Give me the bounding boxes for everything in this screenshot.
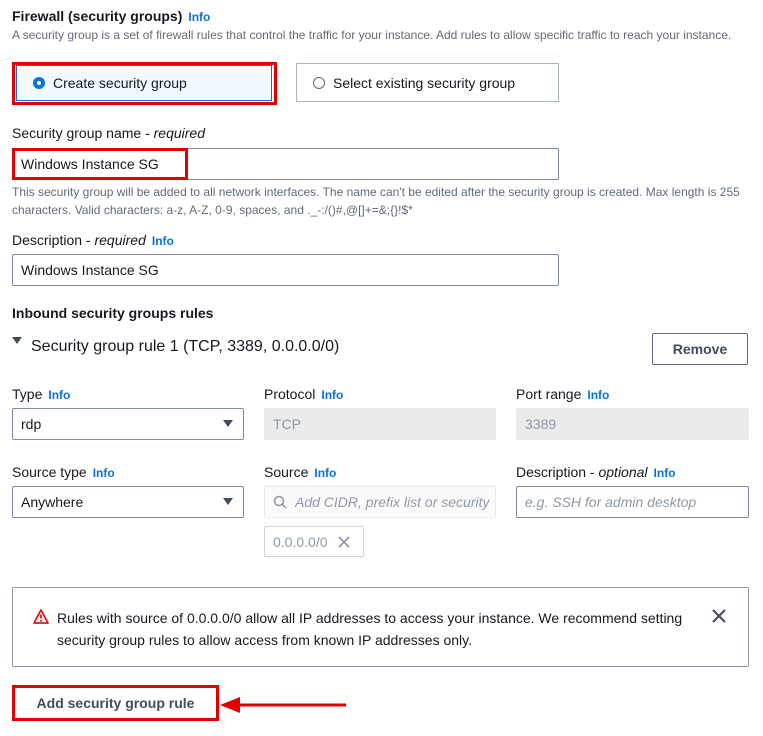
select-existing-security-group-option[interactable]: Select existing security group xyxy=(296,63,559,102)
sg-name-hint: This security group will be added to all… xyxy=(12,185,740,217)
warning-line-1: Rules with source of 0.0.0.0/0 allow all… xyxy=(57,610,683,626)
warning-line-2: security group rules to allow access fro… xyxy=(57,632,473,648)
description-label: Description - required Info xyxy=(12,232,174,248)
select-existing-label: Select existing security group xyxy=(333,74,516,91)
close-icon[interactable] xyxy=(337,535,350,548)
rule-description-placeholder: e.g. SSH for admin desktop xyxy=(525,494,697,510)
firewall-title: Firewall (security groups) xyxy=(12,8,183,24)
rule-description-input[interactable]: e.g. SSH for admin desktop xyxy=(516,486,749,518)
radio-unselected-icon xyxy=(313,76,325,89)
source-type-select[interactable]: Anywhere xyxy=(12,486,244,518)
type-value: rdp xyxy=(21,416,42,432)
expand-caret-icon[interactable] xyxy=(12,337,22,344)
chevron-down-icon xyxy=(223,498,233,505)
type-select[interactable]: rdp xyxy=(12,408,244,440)
port-range-value: 3389 xyxy=(525,416,557,432)
inbound-rules-title: Inbound security groups rules xyxy=(12,305,214,321)
warning-alert: Rules with source of 0.0.0.0/0 allow all… xyxy=(12,587,749,667)
source-token-value: 0.0.0.0/0 xyxy=(273,533,328,550)
sg-name-label: Security group name - required xyxy=(12,125,206,141)
port-range-label: Port range Info xyxy=(516,386,610,402)
protocol-value: TCP xyxy=(273,416,301,432)
remove-rule-button[interactable]: Remove xyxy=(652,333,748,365)
source-info-link[interactable]: Info xyxy=(314,466,336,480)
source-token: 0.0.0.0/0 xyxy=(264,526,364,557)
rule-title[interactable]: Security group rule 1 (TCP, 3389, 0.0.0.… xyxy=(31,338,339,356)
protocol-field: TCP xyxy=(264,408,496,440)
firewall-info-link[interactable]: Info xyxy=(188,10,210,24)
rule-description-info-link[interactable]: Info xyxy=(654,466,676,480)
warning-text: Rules with source of 0.0.0.0/0 allow all… xyxy=(57,607,682,651)
firewall-description: A security group is a set of firewall ru… xyxy=(12,28,732,42)
source-input[interactable]: Add CIDR, prefix list or security xyxy=(264,486,496,518)
source-type-value: Anywhere xyxy=(21,494,84,510)
description-info-link[interactable]: Info xyxy=(152,234,174,248)
description-value: Windows Instance SG xyxy=(21,262,159,278)
rule-description-label: Description - optional Info xyxy=(516,464,676,480)
description-input[interactable]: Windows Instance SG xyxy=(12,254,559,286)
arrow-left-icon xyxy=(220,697,346,713)
type-info-link[interactable]: Info xyxy=(48,388,70,402)
source-type-info-link[interactable]: Info xyxy=(93,466,115,480)
type-label: Type Info xyxy=(12,386,71,402)
close-icon[interactable] xyxy=(712,609,726,623)
protocol-label: Protocol Info xyxy=(264,386,344,402)
search-icon xyxy=(273,495,287,509)
highlight-box xyxy=(12,148,188,180)
highlight-box xyxy=(12,685,219,721)
source-type-label: Source type Info xyxy=(12,464,115,480)
highlight-box xyxy=(12,62,277,105)
source-label: Source Info xyxy=(264,464,337,480)
chevron-down-icon xyxy=(223,420,233,427)
warning-icon xyxy=(33,609,49,624)
source-placeholder: Add CIDR, prefix list or security xyxy=(295,494,490,510)
firewall-header: Firewall (security groups) Info xyxy=(12,8,210,24)
port-range-field: 3389 xyxy=(516,408,749,440)
port-range-info-link[interactable]: Info xyxy=(587,388,609,402)
protocol-info-link[interactable]: Info xyxy=(321,388,343,402)
